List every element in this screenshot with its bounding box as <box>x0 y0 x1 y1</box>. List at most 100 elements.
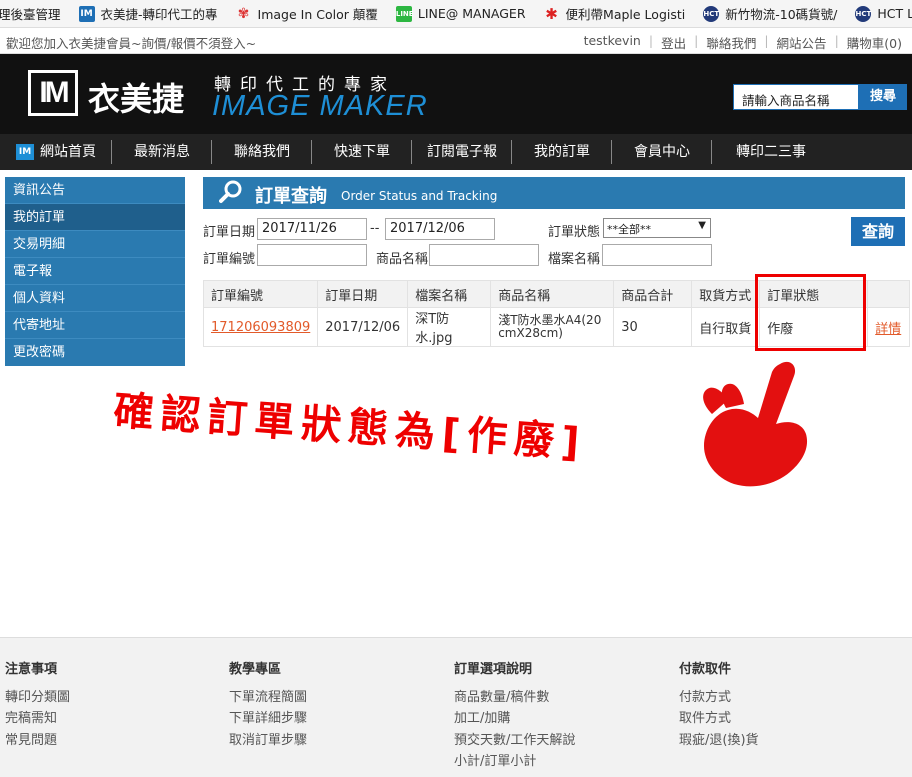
nav-newsletter[interactable]: 訂閱電子報 <box>412 134 512 170</box>
order-number-input[interactable] <box>257 244 367 266</box>
bookmarks-bar: 理後臺管理 IM 衣美捷-轉印代工的專 ✾ Image In Color 顛覆 LI… <box>0 0 912 28</box>
sidebar-item-my-orders[interactable]: 我的訂單 <box>5 204 185 231</box>
bookmark-image-in-color[interactable]: ✾ Image In Color 顛覆 <box>236 4 378 23</box>
order-status-label: 訂單狀態 <box>548 225 601 240</box>
sidebar-item-announcements[interactable]: 資訊公告 <box>5 177 185 204</box>
pickup-cell: 自行取貨 <box>691 307 761 347</box>
footer-col-notes: 注意事項 轉印分類圖 完稿需知 常見問題 <box>5 658 70 750</box>
search-button[interactable]: 搜尋 <box>859 84 907 110</box>
page-title: 訂單查詢 <box>255 186 327 207</box>
sidebar-item-addresses[interactable]: 代寄地址 <box>5 312 185 339</box>
footer-link[interactable]: 付款方式 <box>679 686 759 708</box>
date-from-input[interactable]: 2017/11/26 <box>257 218 367 240</box>
logout-link[interactable]: 登出 <box>661 33 686 52</box>
chevron-down-icon: ▼ <box>698 220 706 231</box>
main-nav: IM 網站首頁 最新消息 聯絡我們 快速下單 訂閱電子報 我的訂單 會員中心 轉印… <box>0 134 912 170</box>
col-pickup: 取貨方式 <box>691 280 761 308</box>
logo-english: IMAGE MAKER <box>212 90 428 122</box>
nav-member-center[interactable]: 會員中心 <box>612 134 712 170</box>
contact-link[interactable]: 聯絡我們 <box>706 33 756 52</box>
order-date-label: 訂單日期 <box>203 225 256 240</box>
footer-link[interactable]: 常見問題 <box>5 729 70 751</box>
footer-link[interactable]: 小計/訂單小計 <box>454 750 575 772</box>
bookmark-admin[interactable]: 理後臺管理 <box>0 4 61 23</box>
flower-icon: ✾ <box>237 5 250 22</box>
col-total: 商品合計 <box>613 280 693 308</box>
site-header: IM 衣美捷 轉印代工的專家 IMAGE MAKER 請輸入商品名稱 搜尋 <box>0 54 912 134</box>
footer-heading: 付款取件 <box>679 662 732 677</box>
footer-link[interactable]: 加工/加購 <box>454 707 575 729</box>
product-name-cell: 淺T防水墨水A4(20cmX28cm) <box>490 307 615 347</box>
file-name-label: 檔案名稱 <box>548 252 601 267</box>
utility-bar: 歡迎您加入衣美捷會員~詢價/報價不須登入~ testkevin | 登出 | 聯絡我… <box>0 28 912 54</box>
nav-transfer-stories[interactable]: 轉印二三事 <box>712 134 830 170</box>
product-name-label: 商品名稱 <box>376 252 429 267</box>
footer-link[interactable]: 取件方式 <box>679 707 759 729</box>
member-sidebar: 資訊公告 我的訂單 交易明細 電子報 個人資料 代寄地址 更改密碼 <box>5 177 185 366</box>
nav-news[interactable]: 最新消息 <box>112 134 212 170</box>
footer-link[interactable]: 預交天數/工作天解說 <box>454 729 575 751</box>
im-logo-icon: IM <box>16 144 34 160</box>
total-cell: 30 <box>613 307 693 347</box>
product-name-input[interactable] <box>429 244 539 266</box>
username-link[interactable]: testkevin <box>584 33 641 52</box>
footer-col-tutorial: 教學專區 下單流程簡圖 下單詳細步驟 取消訂單步驟 <box>229 658 307 750</box>
page-subtitle: Order Status and Tracking <box>341 189 498 203</box>
announcement-link[interactable]: 網站公告 <box>777 33 827 52</box>
site-footer: 注意事項 轉印分類圖 完稿需知 常見問題 教學專區 下單流程簡圖 下單詳細步驟 … <box>0 637 912 777</box>
utility-links: testkevin | 登出 | 聯絡我們 | 網站公告 | 購物車(0) <box>583 33 902 52</box>
file-name-input[interactable] <box>602 244 712 266</box>
date-to-input[interactable]: 2017/12/06 <box>385 218 495 240</box>
bookmark-hct[interactable]: HCT 新竹物流-10碼貨號/ <box>703 4 837 23</box>
footer-link[interactable]: 完稿需知 <box>5 707 70 729</box>
detail-link[interactable]: 詳情 <box>875 322 901 337</box>
col-product-name: 商品名稱 <box>490 280 615 308</box>
logo-mark[interactable]: IM <box>28 70 78 116</box>
date-separator: -- <box>370 221 380 236</box>
footer-link[interactable]: 商品數量/稿件數 <box>454 686 575 708</box>
order-number-link[interactable]: 171206093809 <box>211 320 310 335</box>
footer-link[interactable]: 轉印分類圖 <box>5 686 70 708</box>
footer-link[interactable]: 下單流程簡圖 <box>229 686 307 708</box>
sidebar-item-newsletter[interactable]: 電子報 <box>5 258 185 285</box>
col-order-no: 訂單編號 <box>202 280 319 308</box>
nav-contact[interactable]: 聯絡我們 <box>212 134 312 170</box>
nav-quick-order[interactable]: 快速下單 <box>312 134 412 170</box>
nav-home[interactable]: IM 網站首頁 <box>0 134 112 170</box>
footer-link[interactable]: 瑕疵/退(換)貨 <box>679 729 759 751</box>
search-input[interactable]: 請輸入商品名稱 <box>733 84 859 110</box>
nav-my-orders[interactable]: 我的訂單 <box>512 134 612 170</box>
order-number-label: 訂單編號 <box>203 252 256 267</box>
bookmark-maple[interactable]: ✱ 便利帶Maple Logisti <box>544 4 685 23</box>
page-title-bar: 訂單查詢 Order Status and Tracking <box>203 177 905 209</box>
query-button[interactable]: 查詢 <box>851 217 905 246</box>
line-icon: LINE <box>395 5 414 22</box>
footer-link[interactable]: 取消訂單步驟 <box>229 729 307 751</box>
footer-col-payment: 付款取件 付款方式 取件方式 瑕疵/退(換)貨 <box>679 658 759 750</box>
sidebar-item-profile[interactable]: 個人資料 <box>5 285 185 312</box>
search-icon <box>219 180 242 203</box>
bookmark-imagemaker[interactable]: IM 衣美捷-轉印代工的專 <box>78 4 218 23</box>
cart-link[interactable]: 購物車(0) <box>847 33 902 52</box>
maple-leaf-icon: ✱ <box>545 4 558 23</box>
hct-icon: HCT <box>703 5 720 22</box>
bookmark-line-manager[interactable]: LINE LINE@ MANAGER <box>395 5 526 22</box>
col-order-date: 訂單日期 <box>317 280 409 308</box>
sidebar-item-change-password[interactable]: 更改密碼 <box>5 339 185 366</box>
order-date-cell: 2017/12/06 <box>317 307 409 347</box>
sidebar-item-transactions[interactable]: 交易明細 <box>5 231 185 258</box>
col-file-name: 檔案名稱 <box>407 280 492 308</box>
order-status-select[interactable]: **全部** ▼ <box>603 218 711 238</box>
bookmark-hct-logistics[interactable]: HCTHCT Logstics Hsinc <box>855 5 912 22</box>
logo-chinese[interactable]: 衣美捷 <box>88 74 184 120</box>
pointing-hand-icon <box>703 361 808 487</box>
file-name-cell: 深T防水.jpg <box>407 307 492 347</box>
hct-icon: HCT <box>855 5 872 22</box>
footer-heading: 注意事項 <box>5 662 58 677</box>
footer-heading: 教學專區 <box>229 662 282 677</box>
footer-heading: 訂單選項說明 <box>454 662 533 677</box>
footer-col-order-options: 訂單選項說明 商品數量/稿件數 加工/加購 預交天數/工作天解說 小計/訂單小計 <box>454 658 575 772</box>
welcome-text: 歡迎您加入衣美捷會員~詢價/報價不須登入~ <box>6 36 257 51</box>
footer-link[interactable]: 下單詳細步驟 <box>229 707 307 729</box>
im-logo-icon: IM <box>78 5 95 22</box>
